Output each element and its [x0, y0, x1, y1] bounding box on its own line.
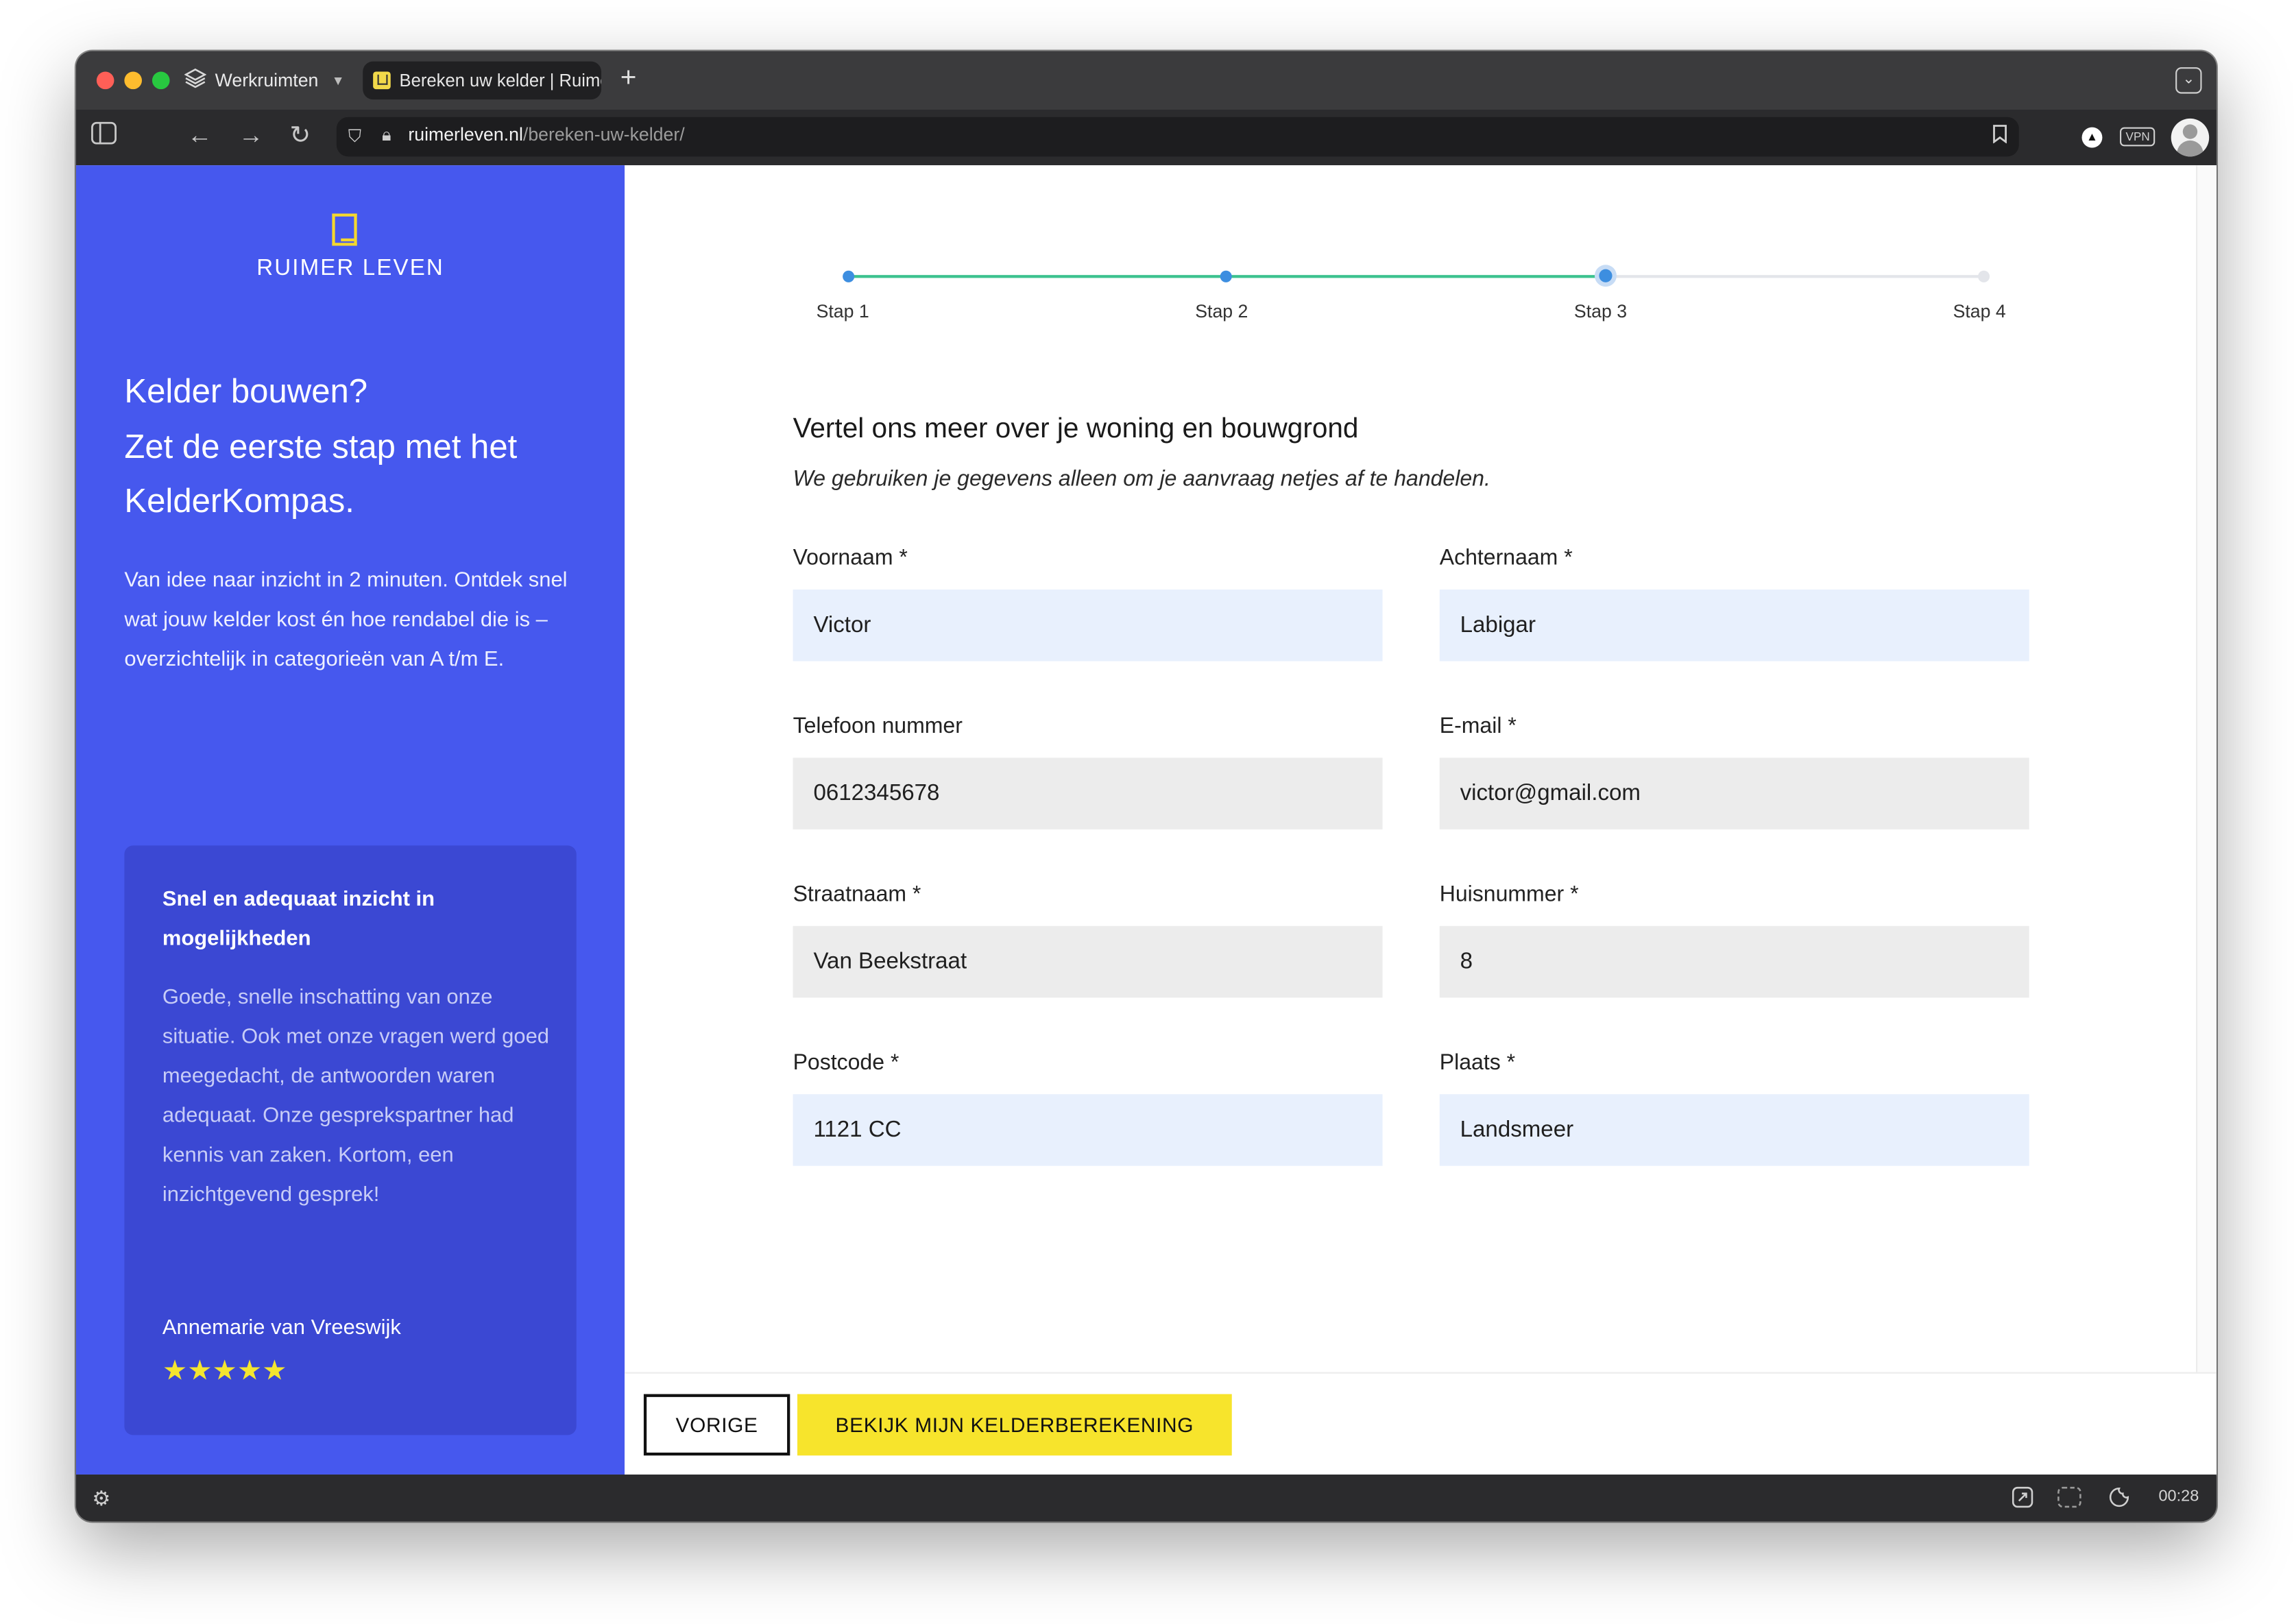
settings-gear-icon[interactable]: ⚙ [92, 1486, 110, 1510]
postcode-label: Postcode * [793, 1050, 900, 1076]
postcode-group: Postcode * 1121 CC [793, 1047, 1383, 1166]
sidebar-intro: Van idee naar inzicht in 2 minuten. Ontd… [124, 569, 568, 672]
title-bar: Werkruimten ▼ Bereken uw kelder | Ruimer… [75, 51, 2217, 110]
step-label-3: Stap 3 [1573, 301, 1628, 322]
minimize-window-button[interactable] [124, 71, 142, 90]
sidebar-panel: RUIMER LEVEN Kelder bouwen? Zet de eerst… [75, 165, 625, 1475]
email-field[interactable]: victor@gmail.com [1439, 758, 2029, 829]
form-title: Vertel ons meer over je woning en bouwgr… [793, 413, 1359, 445]
last-name-label: Achternaam * [1439, 545, 1573, 571]
form-actions-bar: VORIGE BEKIJK MIJN KELDERBEREKENING [625, 1372, 2217, 1477]
profile-avatar[interactable] [2171, 118, 2210, 157]
tab-overview-chevron-icon[interactable]: ⌄ [2175, 67, 2202, 94]
city-group: Plaats * Landsmeer [1439, 1047, 2029, 1166]
email-label: E-mail * [1439, 714, 1517, 739]
sidebar-heading-line2: Zet de eerste stap met het KelderKompas. [124, 426, 518, 520]
house-number-input[interactable]: 8 [1439, 925, 2029, 998]
vpn-badge[interactable]: VPN [2120, 127, 2156, 147]
split-view-icon[interactable] [2057, 1486, 2081, 1512]
calculate-basement-button[interactable]: BEKIJK MIJN KELDERBEREKENING [797, 1394, 1232, 1456]
cookie-icon[interactable] [2108, 1486, 2130, 1512]
navigation-bar: ← → ↻ ⛉ 🔒︎ ruimerleven.nl/bereken-uw-kel… [75, 110, 2217, 166]
url-text: ruimerleven.nl/bereken-uw-kelder/ [408, 124, 684, 145]
last-name-input[interactable]: Labigar [1439, 589, 2029, 662]
workspaces-menu[interactable]: Werkruimten ▼ [184, 67, 345, 93]
step-dot-3-current [1598, 269, 1612, 282]
phone-input[interactable]: 0612345678 [793, 758, 1383, 829]
email-group: E-mail * victor@gmail.com [1439, 711, 2029, 829]
first-name-group: Voornaam * Victor [793, 543, 1383, 662]
scrollbar[interactable] [2195, 165, 2217, 1372]
progress-segment-2 [1226, 275, 1605, 278]
clock-text: 00:28 [2158, 1488, 2199, 1505]
city-input[interactable]: Landsmeer [1439, 1094, 2029, 1166]
browser-status-bar: ⚙ 00:28 [75, 1474, 2217, 1522]
testimonial-author: Annemarie van Vreeswijk [162, 1316, 401, 1340]
form-subtitle: We gebruiken je gegevens alleen om je aa… [793, 466, 1490, 492]
star-rating-icon: ★★★★★ [162, 1356, 287, 1387]
step-label-4: Stap 4 [1953, 301, 2006, 322]
street-input[interactable]: Van Beekstraat [793, 925, 1383, 998]
city-label: Plaats * [1439, 1050, 1516, 1076]
progress-segment-1 [848, 275, 1227, 278]
chevron-down-icon: ▼ [331, 73, 345, 88]
workspaces-label: Werkruimten [215, 70, 319, 91]
testimonial-title: Snel en adequaat inzicht in mogelijkhede… [162, 888, 435, 952]
back-arrow-icon[interactable]: ← [187, 121, 212, 151]
house-number-group: Huisnummer * 8 [1439, 879, 2029, 998]
maximize-window-button[interactable] [152, 71, 170, 90]
step-dot-2 [1220, 270, 1232, 282]
site-favicon-icon [373, 71, 391, 90]
bookmark-icon[interactable] [1992, 124, 2007, 147]
url-path: /bereken-uw-kelder/ [522, 124, 685, 145]
lock-icon: 🔒︎ [381, 124, 391, 145]
url-domain: ruimerleven.nl [408, 124, 523, 145]
close-window-button[interactable] [96, 71, 114, 90]
street-label: Straatnaam * [793, 882, 921, 908]
logo-text: RUIMER LEVEN [256, 256, 444, 281]
previous-button[interactable]: VORIGE [643, 1394, 790, 1456]
page-content: RUIMER LEVEN Kelder bouwen? Zet de eerst… [75, 165, 2217, 1477]
step-label-2: Stap 2 [1195, 301, 1248, 322]
browser-window: Werkruimten ▼ Bereken uw kelder | Ruimer… [75, 51, 2217, 1522]
phone-group: Telefoon nummer 0612345678 [793, 711, 1383, 829]
tab-title: Bereken uw kelder | Ruimer Leven [399, 70, 601, 91]
street-group: Straatnaam * Van Beekstraat [793, 879, 1383, 998]
progress-steps: Stap 1 Stap 2 Stap 3 Stap 4 [625, 165, 2217, 341]
phone-label: Telefoon nummer [793, 714, 963, 739]
ruimer-leven-logo-icon [332, 213, 357, 246]
reload-icon[interactable]: ↻ [290, 121, 311, 151]
house-number-label: Huisnummer * [1439, 882, 1579, 908]
resize-icon[interactable] [2012, 1486, 2033, 1512]
step-label-1: Stap 1 [816, 301, 869, 322]
address-bar[interactable]: ⛉ 🔒︎ ruimerleven.nl/bereken-uw-kelder/ [336, 117, 2019, 157]
sidebar-heading: Kelder bouwen? Zet de eerste stap met he… [124, 364, 592, 529]
sidebar-heading-line1: Kelder bouwen? [124, 372, 368, 410]
testimonial-card: Snel en adequaat inzicht in mogelijkhede… [124, 845, 577, 1435]
extension-triangle-icon[interactable]: ▲ [2081, 127, 2103, 148]
postcode-input[interactable]: 1121 CC [793, 1094, 1383, 1166]
first-name-input[interactable]: Victor [793, 589, 1383, 662]
step-dot-4 [1978, 270, 1990, 282]
active-tab[interactable]: Bereken uw kelder | Ruimer Leven [363, 61, 602, 100]
testimonial-text: Goede, snelle inschatting van onze situa… [162, 986, 550, 1207]
forward-arrow-icon[interactable]: → [239, 121, 263, 151]
form-panel: Stap 1 Stap 2 Stap 3 Stap 4 Vertel ons m… [625, 165, 2217, 1477]
first-name-label: Voornaam * [793, 545, 908, 571]
sidebar-toggle-icon[interactable] [90, 121, 117, 152]
shield-icon[interactable]: ⛉ [348, 126, 361, 148]
layers-icon [184, 67, 207, 93]
step-dot-1 [843, 270, 855, 282]
new-tab-button[interactable]: + [620, 64, 637, 94]
last-name-group: Achternaam * Labigar [1439, 543, 2029, 662]
progress-segment-3 [1604, 275, 1984, 278]
